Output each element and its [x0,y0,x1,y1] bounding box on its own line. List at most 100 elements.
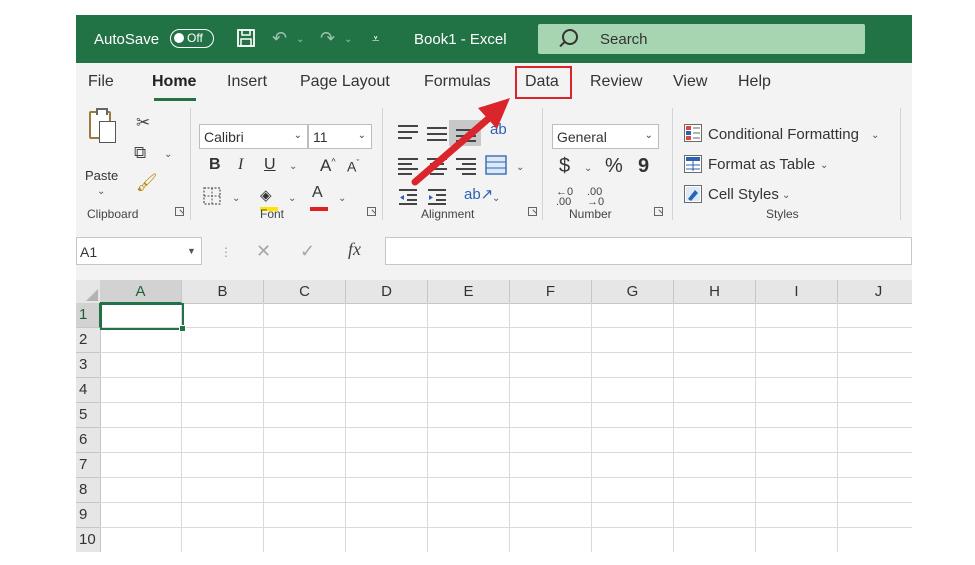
comma-style-button[interactable]: 9 [638,155,649,178]
cell-d10[interactable] [346,528,428,552]
font-size-dropdown[interactable]: 11 ⌄ [308,124,372,149]
formula-input[interactable] [385,237,912,265]
cell-c7[interactable] [264,453,346,478]
cell-c8[interactable] [264,478,346,503]
cell-j8[interactable] [838,478,912,503]
cell-j3[interactable] [838,353,912,378]
row-header-9[interactable]: 9 [76,503,101,528]
font-name-dropdown[interactable]: Calibri ⌄ [199,124,308,149]
increase-decimal-icon[interactable]: ←0.00 [556,187,573,208]
underline-button[interactable]: U [264,156,276,174]
column-header-a[interactable]: A [100,280,182,304]
cell-e7[interactable] [428,453,510,478]
cell-i9[interactable] [756,503,838,528]
font-color-button[interactable]: A [312,184,323,202]
cut-icon[interactable]: ✂ [136,113,150,133]
borders-icon[interactable] [203,187,221,210]
cell-g4[interactable] [592,378,674,403]
column-header-h[interactable]: H [674,280,756,304]
cell-h8[interactable] [674,478,756,503]
cell-e8[interactable] [428,478,510,503]
cell-i1[interactable] [756,303,838,328]
cell-b9[interactable] [182,503,264,528]
tab-insert[interactable]: Insert [227,73,267,91]
cell-e3[interactable] [428,353,510,378]
cell-c9[interactable] [264,503,346,528]
cell-g8[interactable] [592,478,674,503]
row-header-4[interactable]: 4 [76,378,101,403]
row-header-5[interactable]: 5 [76,403,101,428]
cell-e1[interactable] [428,303,510,328]
cell-e9[interactable] [428,503,510,528]
cell-h10[interactable] [674,528,756,552]
cell-e10[interactable] [428,528,510,552]
cell-e2[interactable] [428,328,510,353]
row-header-2[interactable]: 2 [76,328,101,353]
cell-i6[interactable] [756,428,838,453]
column-header-c[interactable]: C [264,280,346,304]
cancel-icon[interactable]: ✕ [256,241,271,262]
name-box[interactable]: A1 ▼ [76,237,202,265]
column-header-g[interactable]: G [592,280,674,304]
cell-b1[interactable] [182,303,264,328]
cell-i3[interactable] [756,353,838,378]
cell-b5[interactable] [182,403,264,428]
format-painter-icon[interactable]: 🖌 [136,173,158,193]
align-middle-icon[interactable] [427,125,447,141]
cell-d6[interactable] [346,428,428,453]
fill-color-icon[interactable]: ◈ [260,186,272,204]
cell-i2[interactable] [756,328,838,353]
number-launcher-icon[interactable] [654,207,663,216]
save-icon[interactable] [236,28,256,53]
cell-g2[interactable] [592,328,674,353]
cell-a5[interactable] [100,403,182,428]
tab-formulas[interactable]: Formulas [424,73,491,91]
column-header-f[interactable]: F [510,280,592,304]
spreadsheet-grid[interactable]: A B C D E F G H I J 1 2 3 4 5 6 7 8 9 10 [76,280,912,552]
align-top-icon[interactable] [398,125,418,141]
currency-button[interactable]: $ [559,155,570,178]
italic-button[interactable]: I [238,156,243,174]
row-header-6[interactable]: 6 [76,428,101,453]
decrease-font-size-button[interactable]: Aˇ [347,158,359,175]
cell-d8[interactable] [346,478,428,503]
cell-f4[interactable] [510,378,592,403]
cell-d4[interactable] [346,378,428,403]
cell-g6[interactable] [592,428,674,453]
search-box[interactable]: Search [538,24,865,54]
column-header-b[interactable]: B [182,280,264,304]
tab-file[interactable]: File [88,73,114,91]
cell-a10[interactable] [100,528,182,552]
cell-j6[interactable] [838,428,912,453]
cell-c4[interactable] [264,378,346,403]
cell-c5[interactable] [264,403,346,428]
text-direction-icon[interactable]: ab↗ [464,185,493,203]
cell-g10[interactable] [592,528,674,552]
cell-b6[interactable] [182,428,264,453]
row-header-3[interactable]: 3 [76,353,101,378]
autosave-toggle[interactable]: Off [170,29,214,48]
cell-j2[interactable] [838,328,912,353]
cell-i5[interactable] [756,403,838,428]
cell-h2[interactable] [674,328,756,353]
orientation-dropdown-icon[interactable]: ⌄ [492,193,500,204]
row-header-7[interactable]: 7 [76,453,101,478]
cell-j10[interactable] [838,528,912,552]
cell-c2[interactable] [264,328,346,353]
tab-review[interactable]: Review [590,73,642,91]
font-launcher-icon[interactable] [367,207,376,216]
cell-b4[interactable] [182,378,264,403]
cell-d7[interactable] [346,453,428,478]
cell-g3[interactable] [592,353,674,378]
row-header-10[interactable]: 10 [76,528,101,552]
underline-dropdown-icon[interactable]: ⌄ [289,161,297,172]
cell-h9[interactable] [674,503,756,528]
cell-c3[interactable] [264,353,346,378]
cell-i10[interactable] [756,528,838,552]
align-bottom-icon[interactable] [456,125,476,142]
cell-f2[interactable] [510,328,592,353]
cell-g7[interactable] [592,453,674,478]
cell-d1[interactable] [346,303,428,328]
decrease-indent-icon[interactable] [398,188,418,211]
cell-d2[interactable] [346,328,428,353]
